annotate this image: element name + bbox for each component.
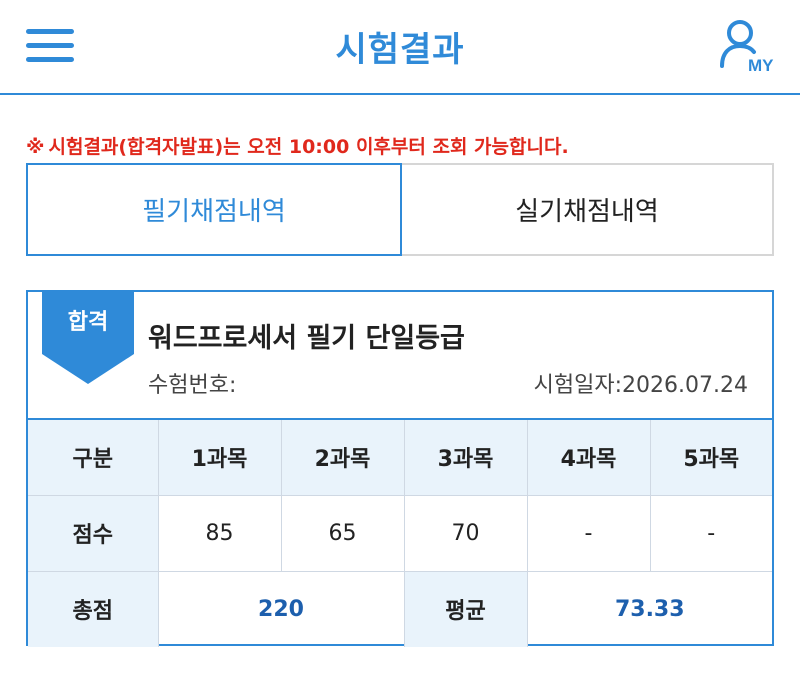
header-cell-subject-4: 4과목 <box>526 418 651 496</box>
total-label: 총점 <box>28 570 159 647</box>
notice-text: ※ 시험결과(합격자발표)는 오전 10:00 이후부터 조회 가능합니다. <box>26 132 569 159</box>
score-subject-5: - <box>649 494 772 572</box>
app-header: 시험결과 MY <box>0 0 800 95</box>
average-label: 평균 <box>403 570 528 647</box>
score-subject-4: - <box>526 494 651 572</box>
header-cell-subject-5: 5과목 <box>649 418 772 496</box>
table-header-row: 구분 1과목 2과목 3과목 4과목 5과목 <box>28 418 772 496</box>
header-cell-category: 구분 <box>28 418 159 496</box>
notice-mark: ※ <box>26 136 45 158</box>
score-table: 구분 1과목 2과목 3과목 4과목 5과목 점수 85 65 70 - - 총… <box>28 418 772 647</box>
notice-text-after: 이후부터 조회 가능합니다. <box>349 136 569 158</box>
average-value: 73.33 <box>526 570 772 647</box>
scores-label: 점수 <box>28 494 159 572</box>
tab-practical-results[interactable]: 실기채점내역 <box>400 163 774 256</box>
my-label: MY <box>748 56 774 75</box>
exam-date: 시험일자:2026.07.24 <box>533 373 748 398</box>
my-page-button[interactable]: MY <box>718 16 782 78</box>
header-cell-subject-3: 3과목 <box>403 418 528 496</box>
result-tabs: 필기채점내역 실기채점내역 <box>26 163 774 256</box>
page-title: 시험결과 <box>335 30 465 70</box>
score-subject-3: 70 <box>403 494 528 572</box>
exam-name: 워드프로세서 필기 단일등급 <box>148 323 465 354</box>
score-subject-1: 85 <box>157 494 282 572</box>
scores-row: 점수 85 65 70 - - <box>28 494 772 572</box>
exam-number: 수험번호: <box>148 373 237 398</box>
header-cell-subject-1: 1과목 <box>157 418 282 496</box>
notice-time: 10:00 <box>288 136 350 158</box>
exam-result-card: 합격 워드프로세서 필기 단일등급 수험번호: 시험일자:2026.07.24 … <box>26 290 774 647</box>
header-cell-subject-2: 2과목 <box>280 418 405 496</box>
pass-badge-label: 합격 <box>67 310 109 335</box>
summary-row: 총점 220 평균 73.33 <box>28 570 772 647</box>
score-subject-2: 65 <box>280 494 405 572</box>
notice-text-before: 시험결과(합격자발표)는 오전 <box>48 136 289 158</box>
total-value: 220 <box>157 570 405 647</box>
tab-written-results[interactable]: 필기채점내역 <box>26 163 402 256</box>
